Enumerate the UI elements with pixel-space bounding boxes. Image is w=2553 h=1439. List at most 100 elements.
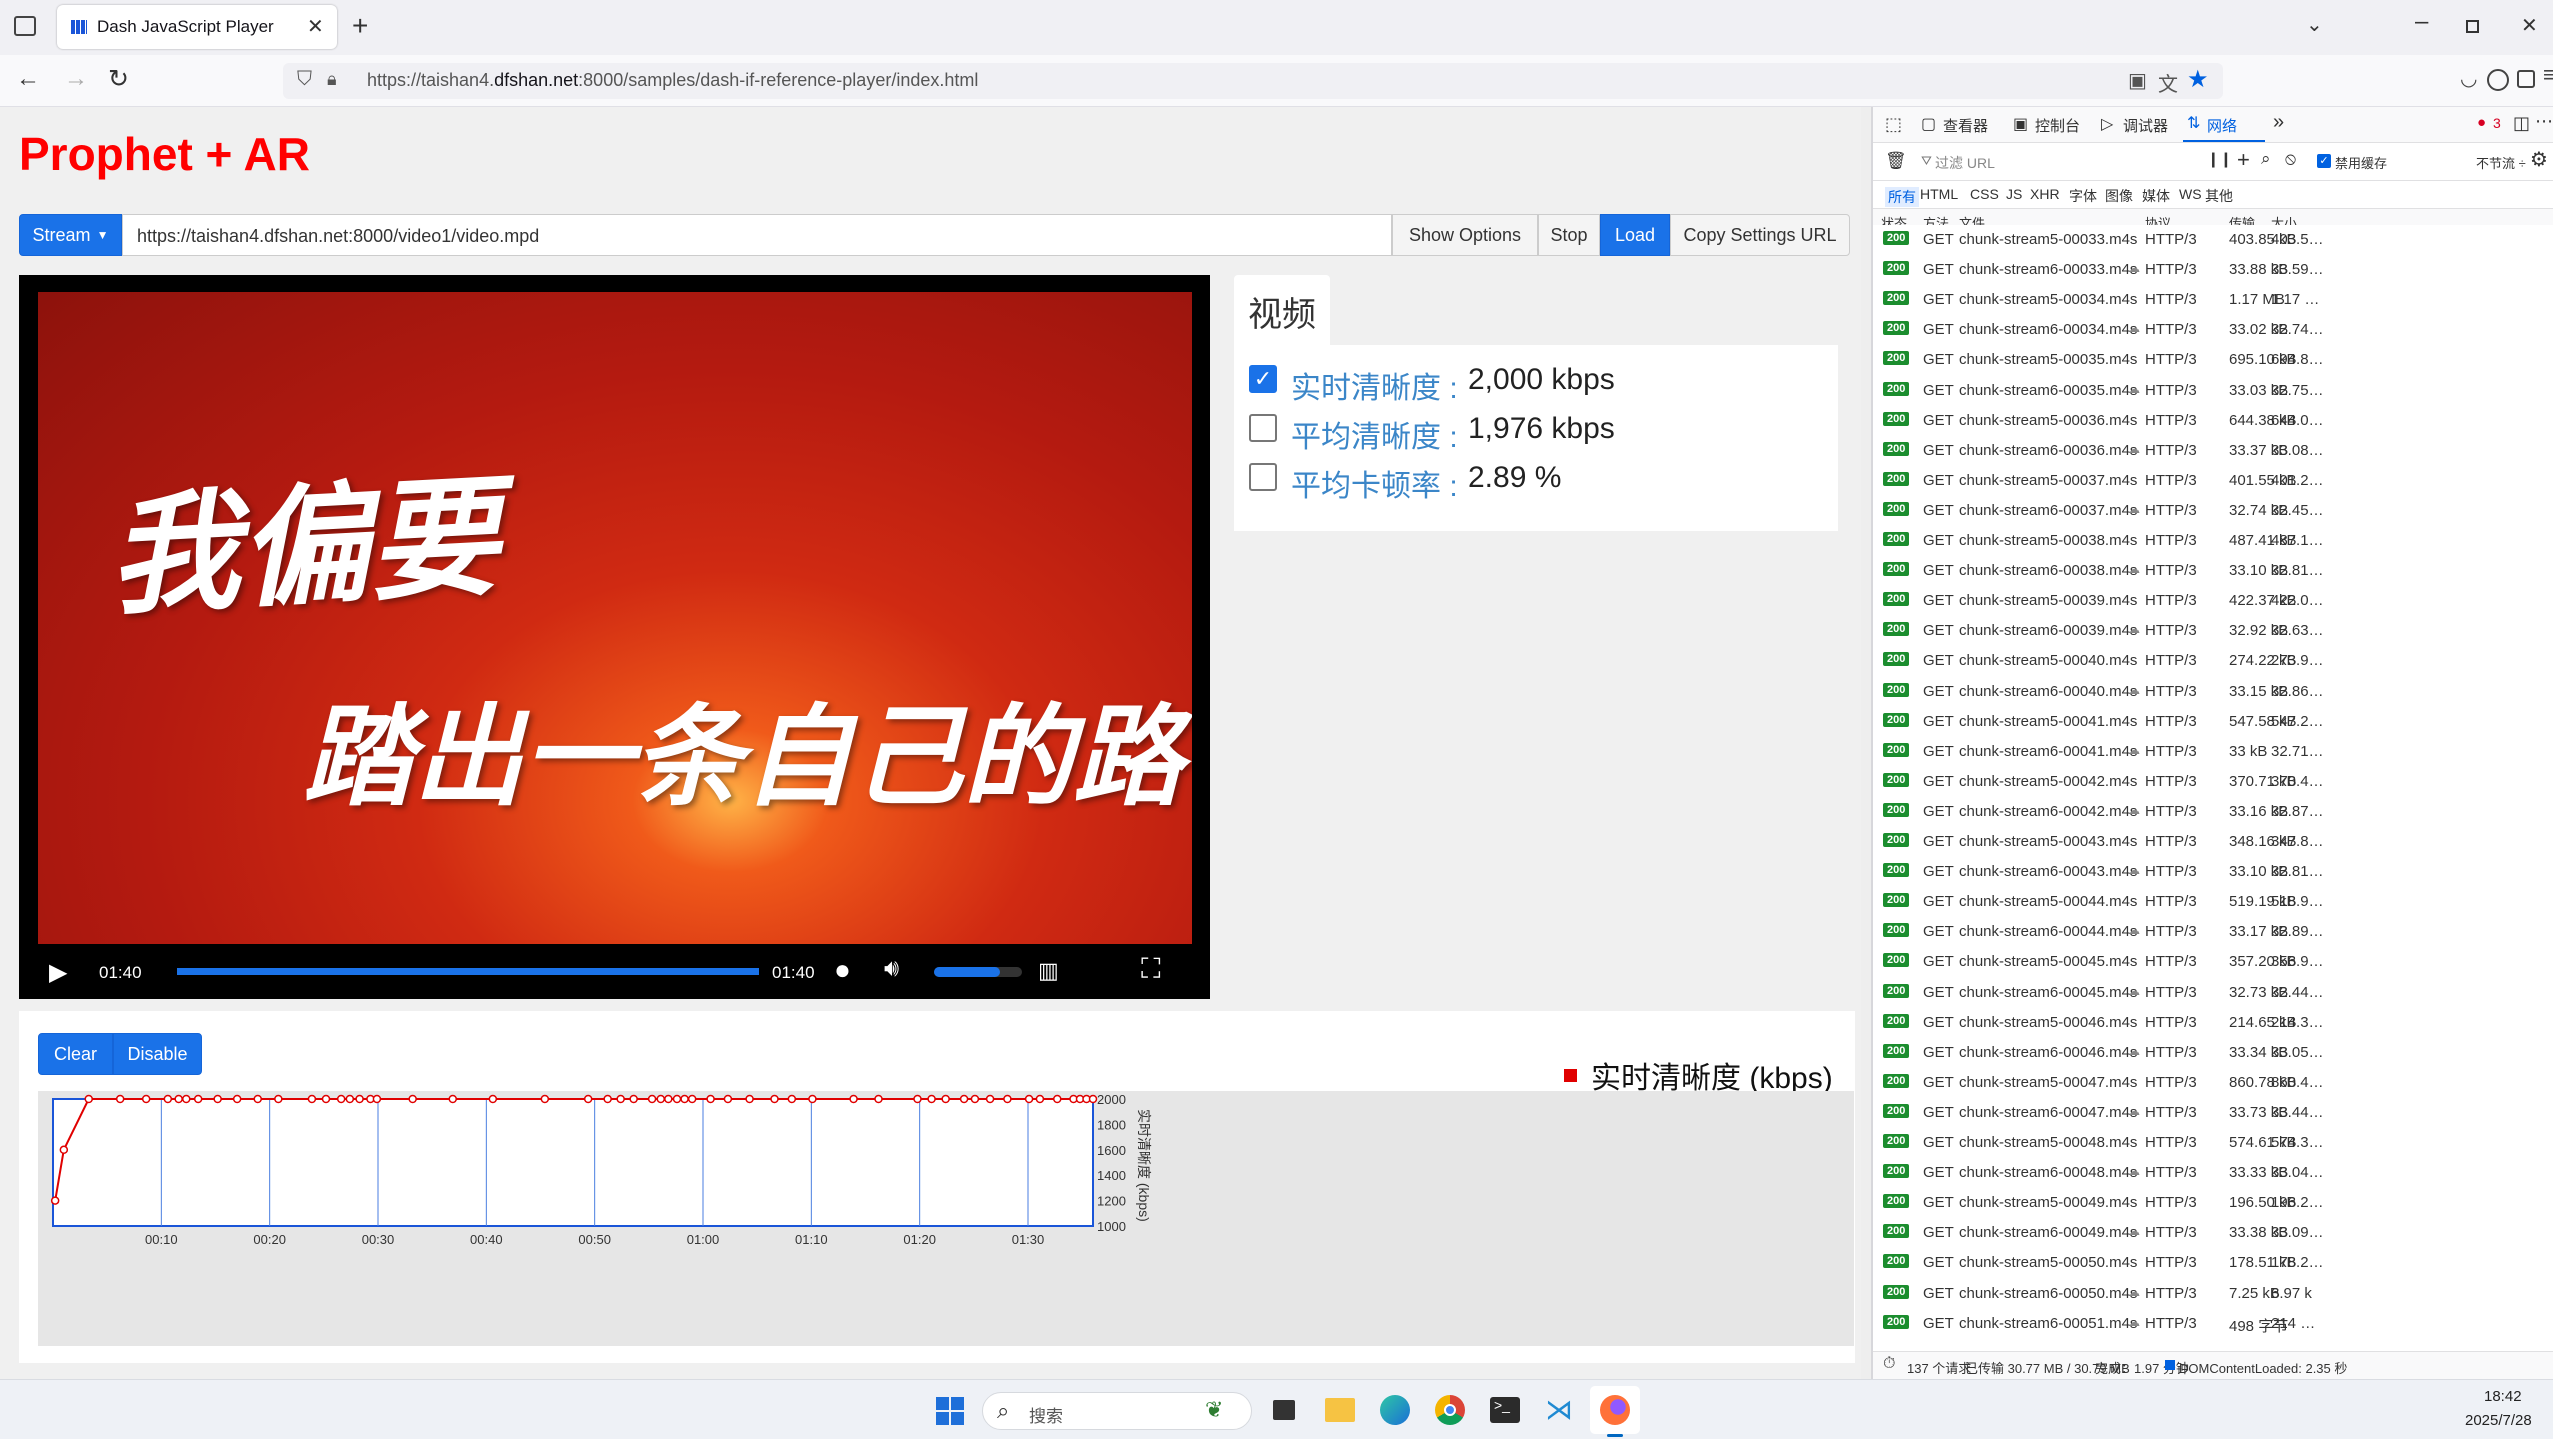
request-row[interactable]: 200 GET chunk-stream5-00050.m4s HTTP/3 178.5… (1873, 1248, 2553, 1279)
account-icon[interactable] (2487, 69, 2509, 91)
video-player[interactable]: 我偏要 踏出一条自己的路 ▶ 01:40 01:40 ● 🔊︎ ▥ ⛶ (19, 275, 1210, 999)
filter-xhr[interactable]: XHR (2030, 186, 2060, 202)
edge-icon[interactable] (1380, 1395, 1410, 1425)
translate-icon[interactable]: 文 (2158, 68, 2178, 97)
new-tab-icon[interactable]: + (352, 10, 368, 42)
request-row[interactable]: 200 GET chunk-stream6-00041.m4s HTTP/3 33 kB… (1873, 736, 2553, 767)
request-row[interactable]: 200 GET chunk-stream6-00040.m4s HTTP/3 33.15… (1873, 676, 2553, 707)
vscode-icon[interactable]: ⋊ (1545, 1395, 1575, 1425)
file-explorer-icon[interactable] (1325, 1398, 1355, 1422)
show-options-button[interactable]: Show Options (1392, 214, 1538, 256)
filter-images[interactable]: 图像 (2105, 186, 2133, 206)
settings-gear-icon[interactable]: ⚙ (2530, 147, 2548, 172)
close-window-icon[interactable]: ✕ (2521, 13, 2538, 38)
request-row[interactable]: 200 GET chunk-stream6-00036.m4s HTTP/3 33.37… (1873, 435, 2553, 466)
tab-list-icon[interactable] (14, 16, 36, 36)
terminal-icon[interactable]: >_ (1490, 1397, 1520, 1423)
close-tab-icon[interactable]: ✕ (307, 14, 324, 39)
request-row[interactable]: 200 GET chunk-stream6-00033.m4s HTTP/3 33.88… (1873, 255, 2553, 286)
forward-icon[interactable]: → (64, 65, 88, 93)
add-icon[interactable]: + (2237, 147, 2250, 173)
request-row[interactable]: 200 GET chunk-stream6-00043.m4s HTTP/3 33.10… (1873, 857, 2553, 888)
clear-log-icon[interactable]: 🗑︎ (1885, 151, 1907, 171)
stream-dropdown-button[interactable]: Stream ▼ (19, 214, 122, 256)
request-row[interactable]: 200 GET chunk-stream5-00044.m4s HTTP/3 519.1… (1873, 887, 2553, 918)
back-icon[interactable]: ← (16, 65, 40, 93)
request-row[interactable]: 200 GET chunk-stream5-00039.m4s HTTP/3 422.3… (1873, 586, 2553, 617)
filter-media[interactable]: 媒体 (2142, 186, 2170, 206)
block-icon[interactable]: ⦸ (2285, 149, 2296, 169)
lock-icon[interactable]: 🔒︎ (327, 69, 337, 90)
play-icon[interactable]: ▶ (49, 958, 67, 987)
request-row[interactable]: 200 GET chunk-stream5-00038.m4s HTTP/3 487.4… (1873, 526, 2553, 556)
request-row[interactable]: 200 GET chunk-stream6-00037.m4s HTTP/3 32.74… (1873, 495, 2553, 526)
request-row[interactable]: 200 GET chunk-stream6-00051.m4s HTTP/3 498 字… (1873, 1308, 2553, 1335)
metric-checkbox[interactable] (1249, 414, 1277, 442)
browser-tab[interactable]: Dash JavaScript Player ✕ (57, 5, 337, 49)
minimize-icon[interactable]: – (2415, 8, 2428, 36)
disable-cache-checkbox[interactable]: ✓ (2317, 154, 2331, 168)
page-scrollbar[interactable] (1861, 107, 1871, 1379)
request-row[interactable]: 200 GET chunk-stream6-00049.m4s HTTP/3 33.38… (1873, 1218, 2553, 1249)
volume-slider[interactable] (934, 967, 1022, 977)
tab-debugger[interactable]: 调试器 (2123, 115, 2168, 136)
tracking-shield-icon[interactable]: ⛉ (297, 68, 312, 91)
tab-console[interactable]: 控制台 (2035, 115, 2080, 136)
captions-icon[interactable]: ● (834, 954, 851, 986)
fullscreen-icon[interactable]: ⛶ (1141, 953, 1161, 986)
firefox-icon[interactable] (1600, 1395, 1630, 1425)
request-row[interactable]: 200 GET chunk-stream5-00041.m4s HTTP/3 547.5… (1873, 706, 2553, 737)
volume-icon[interactable]: 🔊︎ (884, 955, 899, 983)
tab-overflow-chevron-icon[interactable]: ⌄ (2306, 12, 2323, 37)
seek-bar[interactable] (177, 968, 759, 975)
request-row[interactable]: 200 GET chunk-stream5-00043.m4s HTTP/3 348.1… (1873, 827, 2553, 857)
request-row[interactable]: 200 GET chunk-stream5-00036.m4s HTTP/3 644.3… (1873, 405, 2553, 436)
filter-js[interactable]: JS (2006, 186, 2022, 202)
chrome-icon[interactable] (1435, 1395, 1465, 1425)
request-row[interactable]: 200 GET chunk-stream6-00035.m4s HTTP/3 33.03… (1873, 375, 2553, 406)
request-row[interactable]: 200 GET chunk-stream6-00050.m4s HTTP/3 7.25 … (1873, 1278, 2553, 1309)
pocket-icon[interactable]: ◡ (2460, 66, 2477, 91)
filter-all[interactable]: 所有 (1885, 187, 1919, 207)
request-row[interactable]: 200 GET chunk-stream5-00048.m4s HTTP/3 574.6… (1873, 1128, 2553, 1158)
request-row[interactable]: 200 GET chunk-stream5-00040.m4s HTTP/3 274.2… (1873, 646, 2553, 677)
request-row[interactable]: 200 GET chunk-stream5-00045.m4s HTTP/3 357.2… (1873, 947, 2553, 978)
devtools-menu-icon[interactable]: ⋯ (2535, 111, 2553, 132)
tab-inspector[interactable]: 查看器 (1943, 115, 1988, 136)
error-icon[interactable]: ● (2477, 114, 2486, 131)
request-row[interactable]: 200 GET chunk-stream6-00034.m4s HTTP/3 33.02… (1873, 315, 2553, 346)
request-row[interactable]: 200 GET chunk-stream5-00035.m4s HTTP/3 695.1… (1873, 345, 2553, 376)
pause-icon[interactable]: ❙❙ (2207, 150, 2232, 168)
request-row[interactable]: 200 GET chunk-stream5-00049.m4s HTTP/3 196.5… (1873, 1188, 2553, 1219)
filter-css[interactable]: CSS (1970, 186, 1999, 202)
tab-network-active[interactable]: ⇅ 网络 (2183, 107, 2265, 142)
request-row[interactable]: 200 GET chunk-stream5-00047.m4s HTTP/3 860.7… (1873, 1067, 2553, 1098)
more-tools-icon[interactable]: » (2273, 111, 2284, 134)
throttle-select[interactable]: 不节流 ÷ (2476, 153, 2526, 172)
url-text[interactable]: https://taishan4.dfshan.net:8000/samples… (367, 70, 978, 91)
request-row[interactable]: 200 GET chunk-stream6-00045.m4s HTTP/3 32.73… (1873, 977, 2553, 1008)
reload-icon[interactable]: ↻ (108, 64, 129, 94)
request-row[interactable]: 200 GET chunk-stream6-00039.m4s HTTP/3 32.92… (1873, 616, 2553, 647)
filter-fonts[interactable]: 字体 (2069, 186, 2097, 206)
metric-checkbox[interactable]: ✓ (1249, 365, 1277, 393)
filter-other[interactable]: 其他 (2205, 186, 2233, 206)
filter-ws[interactable]: WS (2179, 186, 2202, 202)
dock-icon[interactable]: ◫ (2513, 113, 2530, 134)
request-row[interactable]: 200 GET chunk-stream5-00034.m4s HTTP/3 1.17 … (1873, 285, 2553, 316)
task-view-icon[interactable] (1273, 1400, 1295, 1420)
search-icon[interactable]: ⌕ (2261, 149, 2271, 169)
stream-url-input[interactable]: https://taishan4.dfshan.net:8000/video1/… (122, 214, 1392, 256)
metric-checkbox[interactable] (1249, 463, 1277, 491)
tab-video[interactable]: 视频 (1234, 275, 1330, 347)
bitrate-list-icon[interactable]: ▥ (1038, 958, 1059, 984)
request-row[interactable]: 200 GET chunk-stream6-00047.m4s HTTP/3 33.73… (1873, 1097, 2553, 1128)
request-row[interactable]: 200 GET chunk-stream5-00037.m4s HTTP/3 401.5… (1873, 465, 2553, 496)
bookmark-star-icon[interactable]: ★ (2187, 65, 2209, 94)
element-picker-icon[interactable]: ⬚ (1885, 114, 1902, 135)
extensions-icon[interactable] (2517, 70, 2535, 88)
copy-settings-url-button[interactable]: Copy Settings URL (1670, 214, 1850, 256)
request-row[interactable]: 200 GET chunk-stream5-00033.m4s HTTP/3 403.8… (1873, 225, 2553, 255)
menu-icon[interactable]: ≡ (2543, 62, 2553, 88)
request-row[interactable]: 200 GET chunk-stream6-00046.m4s HTTP/3 33.34… (1873, 1037, 2553, 1068)
